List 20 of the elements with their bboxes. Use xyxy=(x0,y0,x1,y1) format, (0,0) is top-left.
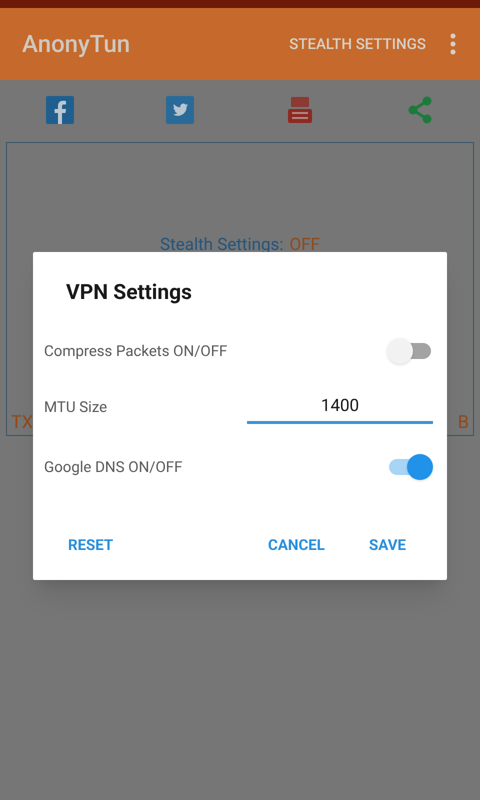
dialog-button[interactable]: SAVE xyxy=(369,530,406,560)
setting-label: Compress Packets ON/OFF xyxy=(44,340,228,362)
toggle-switch[interactable] xyxy=(387,336,433,366)
traffic-value: B xyxy=(458,411,469,435)
app-title: AnonyTun xyxy=(22,29,130,60)
mtu-input-field[interactable]: 1400 xyxy=(247,390,433,424)
stealth-status-label: Stealth Settings: xyxy=(160,234,284,257)
dialog-button[interactable]: RESET xyxy=(68,530,114,560)
stealth-settings-button[interactable]: STEALTH SETTINGS xyxy=(289,32,426,56)
bird-icon[interactable] xyxy=(166,96,194,124)
more-icon[interactable] xyxy=(450,33,456,55)
setting-label: MTU Size xyxy=(44,396,108,418)
facebook-icon[interactable] xyxy=(46,96,74,124)
setting-label: Google DNS ON/OFF xyxy=(44,456,182,478)
toggle-switch[interactable] xyxy=(387,452,433,482)
dialog-title: VPN Settings xyxy=(66,280,192,307)
dialog-button[interactable]: CANCEL xyxy=(268,530,325,560)
video-logo-icon[interactable] xyxy=(287,96,313,124)
stealth-status-value: OFF xyxy=(289,234,320,257)
traffic-label: TX xyxy=(11,411,34,435)
